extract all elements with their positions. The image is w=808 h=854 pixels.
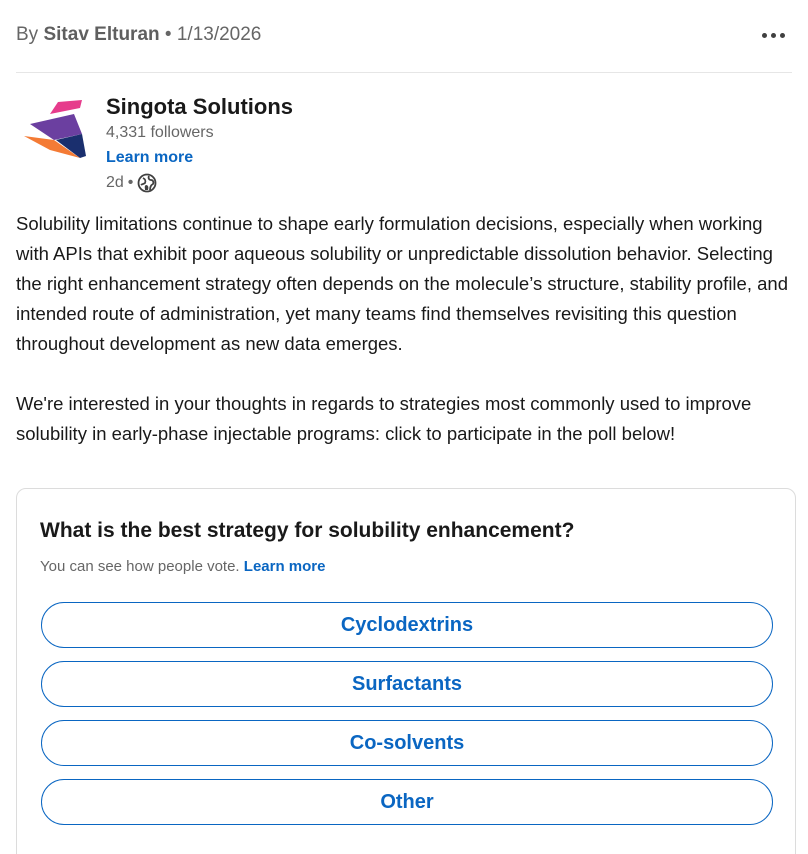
- post-paragraph: We're interested in your thoughts in reg…: [16, 393, 752, 444]
- post-date: 1/13/2026: [176, 24, 262, 45]
- poll-option-other[interactable]: Other: [41, 779, 773, 825]
- poll-learn-more-link[interactable]: Learn more: [244, 558, 326, 575]
- author-name[interactable]: Sitav Elturan: [43, 24, 159, 45]
- company-learn-more-link[interactable]: Learn more: [106, 149, 193, 167]
- byline-separator: •: [164, 24, 172, 45]
- follower-count: 4,331 followers: [106, 124, 214, 141]
- post-meta: 2d •: [106, 173, 157, 193]
- post-page: By Sitav Elturan • 1/13/2026 Singota Sol…: [0, 0, 808, 854]
- post-paragraph: Solubility limitations continue to shape…: [16, 213, 788, 354]
- byline-prefix: By: [16, 24, 39, 45]
- poll-card: What is the best strategy for solubility…: [16, 488, 796, 854]
- company-logo[interactable]: [20, 100, 92, 160]
- poll-option-surfactants[interactable]: Surfactants: [41, 661, 773, 707]
- globe-icon: [138, 173, 157, 193]
- byline: By Sitav Elturan • 1/13/2026: [16, 24, 261, 46]
- poll-option-co-solvents[interactable]: Co-solvents: [41, 720, 773, 766]
- poll-visibility-note: You can see how people vote. Learn more: [40, 558, 325, 575]
- poll-question: What is the best strategy for solubility…: [40, 519, 575, 542]
- header-divider: [16, 72, 792, 73]
- more-options-icon[interactable]: [756, 22, 790, 48]
- poll-option-cyclodextrins[interactable]: Cyclodextrins: [41, 602, 773, 648]
- post-body: Solubility limitations continue to shape…: [16, 209, 800, 449]
- company-name[interactable]: Singota Solutions: [106, 94, 293, 120]
- meta-separator: •: [127, 174, 134, 191]
- post-age: 2d: [106, 174, 124, 191]
- poll-note-text: You can see how people vote.: [40, 558, 240, 575]
